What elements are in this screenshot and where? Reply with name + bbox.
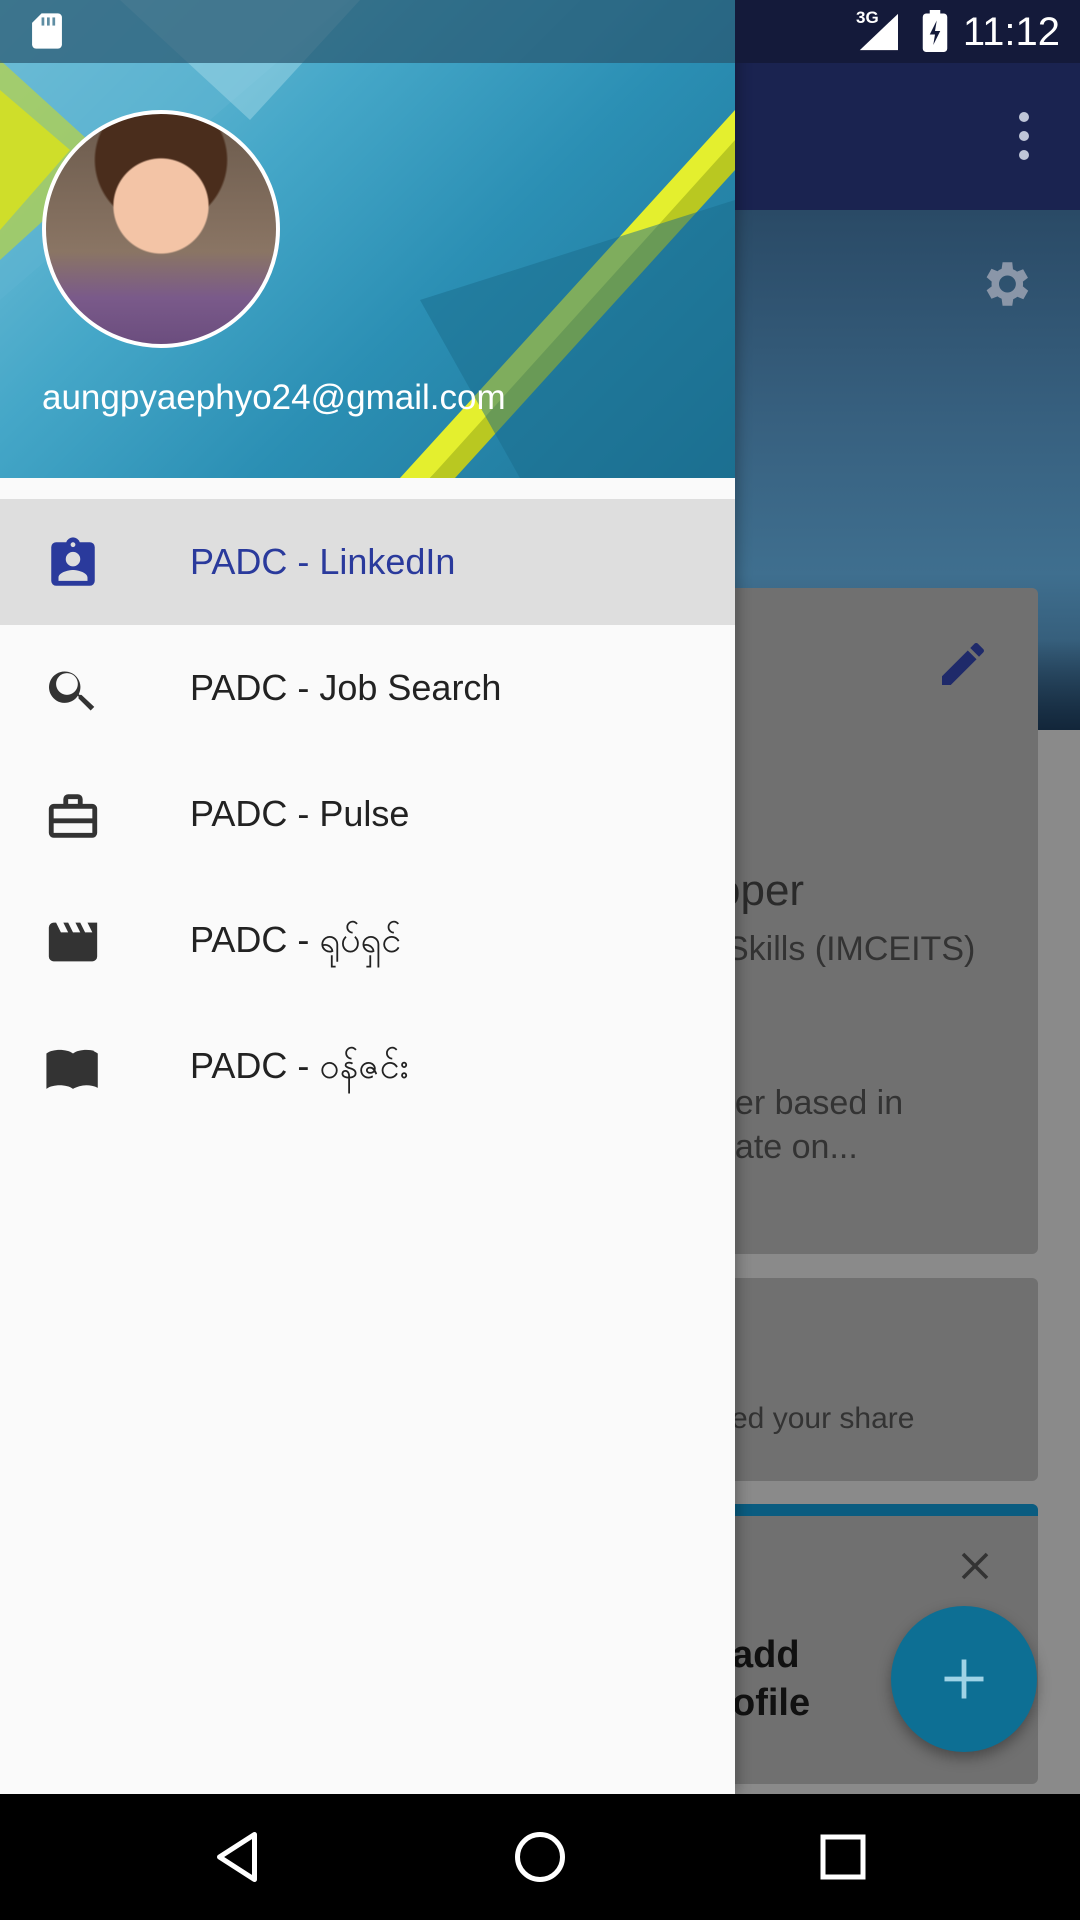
signal-icon [859,13,898,51]
movie-clapper-icon [48,922,98,962]
edit-pencil-icon[interactable] [935,636,991,692]
drawer-item-job-search[interactable]: PADC - Job Search [0,625,735,751]
card-accent-bar [690,1504,1038,1516]
drawer-item-movies[interactable]: PADC - ရုပ်ရှင် [0,877,735,1003]
account-email: aungpyaephyo24@gmail.com [42,378,506,417]
add-fab-button[interactable] [891,1606,1037,1752]
sd-card-icon [32,13,62,49]
profile-summary-line1: per based in [716,1084,904,1122]
drawer-item-pulse[interactable]: PADC - Pulse [0,751,735,877]
overflow-menu-icon[interactable] [1018,112,1030,160]
profile-avatar[interactable] [42,110,280,348]
share-notification-text: ved your share [716,1402,915,1435]
account-badge-icon [51,537,95,586]
navigation-drawer: aungpyaephyo24@gmail.com PADC - LinkedIn… [0,0,735,1794]
system-navigation-bar [0,1794,1080,1920]
drawer-item-label: PADC - Pulse [190,793,410,834]
battery-charging-icon [922,10,948,52]
plus-icon [944,1659,984,1699]
settings-gear-icon[interactable] [976,255,1034,313]
profile-summary-line2: nate on... [716,1128,858,1166]
drawer-header: aungpyaephyo24@gmail.com [0,0,735,478]
book-icon [46,1049,98,1089]
close-icon[interactable] [957,1548,993,1584]
search-icon [48,671,95,711]
recents-button-icon[interactable] [813,1827,873,1887]
share-notification-card[interactable] [690,1278,1038,1481]
status-bar-left [0,0,735,63]
back-button-icon[interactable] [207,1827,267,1887]
add-prompt-line1: add [732,1634,800,1676]
drawer-item-reading[interactable]: PADC - ဝန်ဇင်း [0,1003,735,1129]
home-button-icon[interactable] [510,1827,570,1887]
status-clock: 11:12 [962,10,1060,54]
drawer-item-linkedin[interactable]: PADC - LinkedIn [0,499,735,625]
profile-school-fragment: Skills (IMCEITS) [726,930,976,968]
status-bar: 3G 11:12 [0,0,1080,63]
drawer-item-label: PADC - LinkedIn [190,541,456,582]
briefcase-icon [48,794,98,838]
drawer-item-label: PADC - ဝန်ဇင်း [190,1045,409,1086]
drawer-item-label: PADC - ရုပ်ရှင် [190,919,402,960]
add-prompt-line2: ofile [732,1682,811,1724]
drawer-item-label: PADC - Job Search [190,667,502,708]
